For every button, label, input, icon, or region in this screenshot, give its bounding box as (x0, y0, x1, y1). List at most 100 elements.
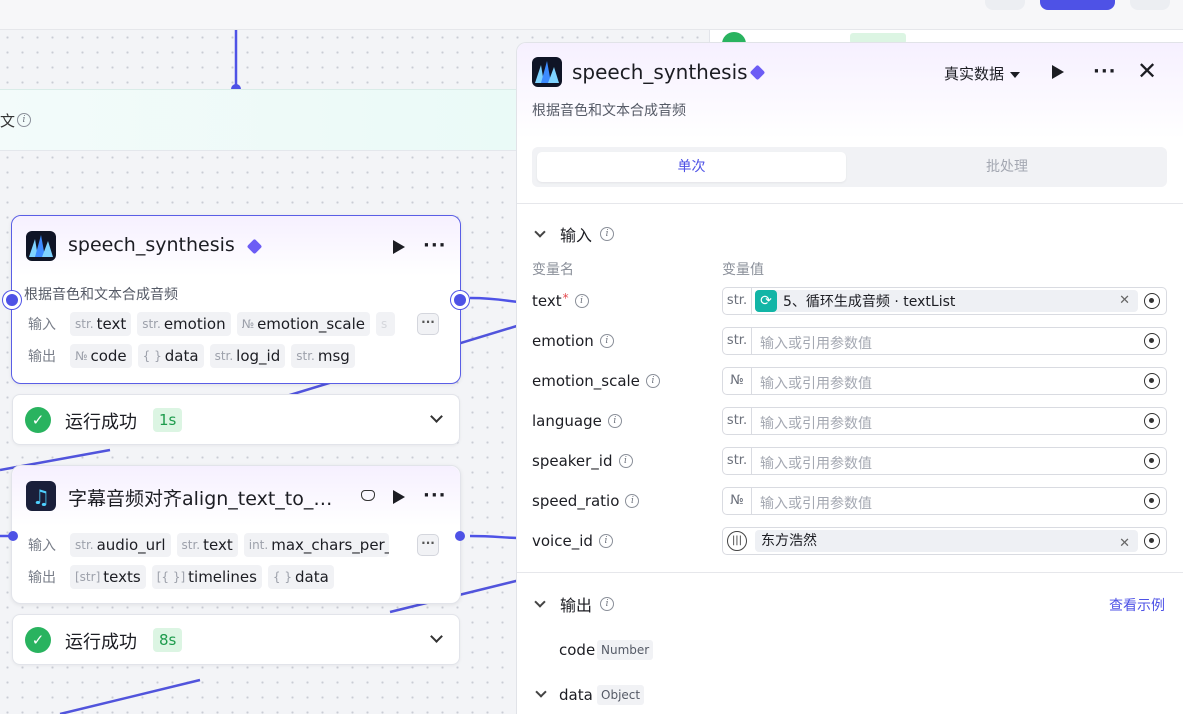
param-speaker-id: speaker_id i (532, 452, 633, 470)
type-label: str. (723, 328, 752, 354)
clear-icon[interactable]: ✕ (1119, 293, 1130, 308)
input-tag-truncated: s (375, 312, 396, 336)
output-type-badge: Number (597, 640, 654, 660)
expand-inputs-button[interactable]: ··· (417, 534, 439, 556)
info-icon[interactable]: i (618, 454, 633, 468)
voice-chip[interactable]: 东方浩然 ✕ (755, 530, 1138, 552)
run-status-bar[interactable]: ✓ 运行成功 8s (12, 614, 460, 665)
divider (517, 203, 1183, 204)
band-label: 文 (0, 112, 16, 130)
loop-group-band[interactable]: 文 i (0, 89, 520, 151)
success-check-icon: ✓ (25, 407, 51, 433)
data-source-dropdown[interactable]: 真实数据 (944, 63, 1021, 84)
svg-text:♫: ♫ (32, 485, 50, 509)
input-tag: № emotion_scale (236, 312, 370, 336)
audio-app-icon (532, 57, 562, 87)
placeholder-text: 输入或引用参数值 (760, 416, 872, 432)
emotion-value-field[interactable]: str. 输入或引用参数值 (722, 327, 1167, 355)
placeholder-text: 输入或引用参数值 (760, 376, 872, 392)
input-port[interactable] (8, 531, 18, 541)
info-icon[interactable]: i (600, 597, 615, 611)
reference-target-icon[interactable] (1144, 453, 1160, 469)
reference-target-icon[interactable] (1144, 333, 1160, 349)
run-status-bar[interactable]: ✓ 运行成功 1s (12, 394, 460, 445)
type-label: str. (723, 288, 752, 314)
param-speed-ratio: speed_ratio i (532, 492, 640, 510)
node-test-panel: speech_synthesis 真实数据 ··· ✕ 根据音色和文本合成音频 … (516, 42, 1183, 714)
chevron-down-icon[interactable] (430, 630, 443, 643)
language-value-field[interactable]: str. 输入或引用参数值 (722, 407, 1167, 435)
reference-chip[interactable]: ⟳ 5、循环生成音频 · textList ✕ (755, 290, 1138, 312)
outputs-label: 输出 (28, 349, 56, 365)
run-node-play-icon[interactable] (393, 490, 405, 504)
info-icon[interactable]: i (599, 334, 614, 348)
type-label: № (723, 368, 752, 394)
chevron-down-icon[interactable] (534, 226, 546, 238)
success-check-icon: ✓ (25, 627, 51, 653)
required-asterisk: * (562, 291, 569, 305)
chevron-down-icon[interactable] (535, 686, 547, 698)
node-inputs-row: 输入 str. audio_url str. text int. max_chars_… (28, 533, 389, 557)
info-icon[interactable]: i (600, 227, 615, 241)
reference-target-icon[interactable] (1144, 493, 1160, 509)
output-tag: str. msg (291, 344, 355, 368)
voice-id-value-field[interactable]: ||| 东方浩然 ✕ (722, 527, 1167, 555)
mode-tabs: 单次 批处理 (532, 147, 1167, 187)
input-tag: int. max_chars_per_l (243, 533, 389, 557)
text-value-field[interactable]: str. ⟳ 5、循环生成音频 · textList ✕ (722, 287, 1167, 315)
more-options-icon[interactable]: ··· (423, 487, 447, 505)
tab-single[interactable]: 单次 (537, 152, 846, 182)
placeholder-text: 输入或引用参数值 (760, 456, 872, 472)
output-tag: № code (70, 344, 132, 368)
node-outputs-row: 输出 № code { } data str. log_id str. msg (28, 344, 355, 368)
outputs-section-header[interactable]: 输出 i (532, 592, 615, 616)
output-port[interactable] (451, 291, 469, 309)
align-text-node[interactable]: ♫ 字幕音频对齐align_text_to_… ··· 输入 str. audio… (11, 465, 461, 604)
reference-target-icon[interactable] (1144, 413, 1160, 429)
inputs-label: 输入 (28, 538, 56, 554)
type-label: str. (723, 448, 752, 474)
info-icon[interactable]: i (607, 414, 622, 428)
input-tag: str. emotion (137, 312, 231, 336)
run-play-icon[interactable] (1052, 65, 1064, 79)
status-text: 运行成功 (65, 632, 137, 653)
speech-synthesis-node[interactable]: speech_synthesis ··· 根据音色和文本合成音频 输入 str.… (11, 215, 461, 384)
output-port[interactable] (455, 531, 465, 541)
info-icon[interactable]: i (598, 534, 613, 548)
status-text: 运行成功 (65, 412, 137, 433)
panel-title: speech_synthesis (572, 60, 748, 84)
chevron-down-icon[interactable] (430, 410, 443, 423)
output-name: data (559, 686, 593, 704)
tab-batch[interactable]: 批处理 (852, 152, 1162, 182)
input-tag: str. text (176, 533, 238, 557)
param-emotion: emotion i (532, 332, 614, 350)
speaker-id-value-field[interactable]: str. 输入或引用参数值 (722, 447, 1167, 475)
node-inputs-row: 输入 str. text str. emotion № emotion_scale s (28, 312, 396, 336)
chevron-down-icon[interactable] (534, 596, 546, 608)
info-icon[interactable]: i (17, 113, 31, 127)
reference-target-icon[interactable] (1144, 373, 1160, 389)
reference-target-icon[interactable] (1144, 293, 1160, 309)
info-icon[interactable]: i (645, 374, 660, 388)
info-icon[interactable]: i (574, 294, 589, 308)
mask-icon[interactable] (361, 490, 375, 501)
expand-inputs-button[interactable]: ··· (417, 313, 439, 335)
inputs-section-header[interactable]: 输入 i (532, 222, 615, 246)
clear-icon[interactable]: ✕ (1119, 533, 1130, 555)
reference-target-icon[interactable] (1144, 533, 1160, 549)
run-node-play-icon[interactable] (393, 240, 405, 254)
speed-ratio-value-field[interactable]: № 输入或引用参数值 (722, 487, 1167, 515)
output-tag: [str] texts (70, 565, 146, 589)
inputs-label: 输入 (28, 317, 56, 333)
input-port[interactable] (3, 291, 21, 309)
close-icon[interactable]: ✕ (1137, 57, 1157, 85)
duration-badge: 8s (153, 628, 183, 652)
info-icon[interactable]: i (625, 494, 640, 508)
view-example-link[interactable]: 查看示例 (1109, 595, 1165, 615)
node-title: 字幕音频对齐align_text_to_… (68, 488, 333, 510)
more-options-icon[interactable]: ··· (423, 237, 447, 255)
param-text: text * i (532, 291, 589, 310)
more-options-icon[interactable]: ··· (1093, 63, 1117, 81)
emotion-scale-value-field[interactable]: № 输入或引用参数值 (722, 367, 1167, 395)
column-header-value: 变量值 (722, 262, 764, 278)
